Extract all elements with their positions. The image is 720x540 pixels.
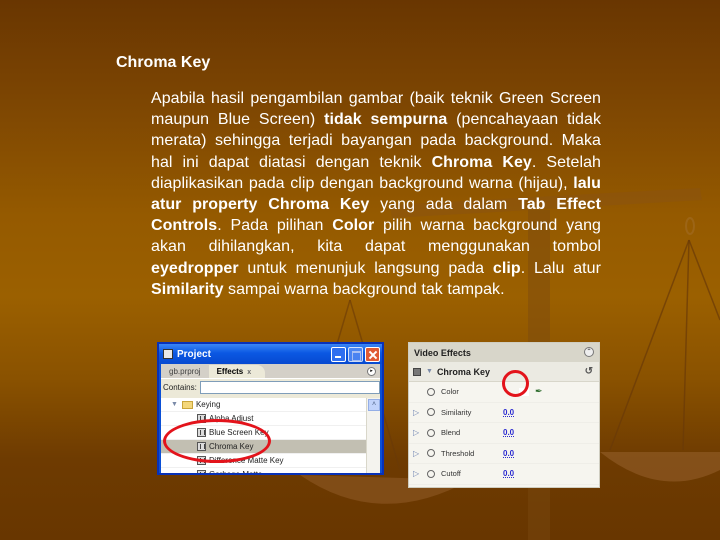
maximize-button[interactable] xyxy=(348,346,363,362)
effects-tree: ▼ Keying Alpha Adjust Blue Screen Key Chro… xyxy=(161,398,366,473)
tab-effects-label: Effects xyxy=(216,367,244,376)
video-effect-icon xyxy=(197,428,206,437)
tree-item-label: Chroma Key xyxy=(209,442,254,451)
scale-chain xyxy=(682,239,690,451)
video-effect-icon xyxy=(197,442,206,451)
tree-item-label: Blue Screen Key xyxy=(209,428,269,437)
scale-pan-right xyxy=(600,452,720,482)
tree-item[interactable]: Garbage Matte xyxy=(161,468,366,473)
emphasis-text: clip xyxy=(492,259,521,277)
contains-input[interactable] xyxy=(199,381,380,394)
body-text-run: sampai warna background tak tampak. xyxy=(223,280,505,298)
scroll-up-icon[interactable]: ˄ xyxy=(368,399,380,411)
effect-name: Chroma Key xyxy=(436,366,490,377)
stopwatch-icon[interactable] xyxy=(427,408,435,417)
panel-collapse-icon[interactable]: ⌃ xyxy=(584,347,594,357)
tab-effects[interactable]: Effects x xyxy=(208,365,266,378)
property-value[interactable]: 0.0 xyxy=(503,449,514,458)
property-row-threshold: ▷ Threshold 0.0 xyxy=(409,444,599,464)
property-label: Similarity xyxy=(441,407,472,417)
expand-triangle-icon[interactable]: ▷ xyxy=(409,428,419,437)
tab-close-icon[interactable]: x xyxy=(247,369,251,376)
emphasis-text: tidak sempurna xyxy=(324,111,448,129)
tree-item-label: Alpha Adjust xyxy=(209,414,254,423)
video-effect-icon xyxy=(197,414,206,423)
project-icon xyxy=(163,349,173,359)
tree-item[interactable]: Alpha Adjust xyxy=(161,412,366,426)
property-value[interactable]: 0.0 xyxy=(503,408,514,417)
folder-icon xyxy=(181,400,193,409)
effect-controls-panel: Video Effects ⌃ ▼ Chroma Key ↺ Color ✒ ▷ Si… xyxy=(408,342,600,488)
contains-label: Contains: xyxy=(163,383,197,392)
panel-menu-icon[interactable]: ▸ xyxy=(367,367,376,376)
property-row-color: Color ✒ xyxy=(409,382,599,403)
property-row-blend: ▷ Blend 0.0 xyxy=(409,423,599,444)
slide-title: Chroma Key xyxy=(116,54,211,71)
expand-triangle-icon[interactable]: ▼ xyxy=(426,368,433,375)
project-tabs: gb.prproj Effects x ▸ xyxy=(161,364,380,379)
property-value[interactable]: 0.0 xyxy=(503,428,514,437)
emphasis-text: eyedropper xyxy=(151,259,239,277)
scale-chain xyxy=(688,239,720,321)
expand-triangle-icon[interactable]: ▷ xyxy=(409,449,419,458)
stopwatch-icon[interactable] xyxy=(427,387,435,396)
close-button[interactable] xyxy=(365,346,380,362)
fx-toggle-icon[interactable] xyxy=(413,367,421,376)
eyedropper-icon[interactable]: ✒ xyxy=(535,386,543,397)
emphasis-text: Similarity xyxy=(151,280,224,298)
stopwatch-icon[interactable] xyxy=(427,428,435,437)
tree-item[interactable]: Difference Matte Key xyxy=(161,454,366,468)
property-label: Cutoff xyxy=(441,469,461,479)
expand-triangle-icon[interactable]: ▷ xyxy=(409,408,419,417)
property-label: Blend xyxy=(441,428,461,438)
video-effect-icon xyxy=(197,456,206,465)
tree-item-label: Difference Matte Key xyxy=(209,456,284,465)
scale-ring xyxy=(685,217,695,235)
tree-item[interactable]: Blue Screen Key xyxy=(161,426,366,440)
project-titlebar[interactable]: Project xyxy=(159,344,382,364)
color-swatch[interactable] xyxy=(519,387,529,396)
property-label: Threshold xyxy=(441,448,475,458)
body-text-run: untuk menunjuk langsung pada xyxy=(238,259,493,277)
reset-icon[interactable]: ↺ xyxy=(585,366,593,377)
emphasis-text: Chroma Key xyxy=(431,153,532,171)
tree-item-label: Garbage Matte xyxy=(209,470,262,473)
expand-triangle-icon[interactable]: ▼ xyxy=(171,401,178,408)
stopwatch-icon[interactable] xyxy=(427,449,435,458)
body-text-run: . Lalu atur xyxy=(520,259,601,277)
stopwatch-icon[interactable] xyxy=(427,469,435,478)
body-paragraph: Apabila hasil pengambilan gambar (baik t… xyxy=(151,88,601,300)
tree-item[interactable]: Chroma Key xyxy=(161,440,366,454)
expand-triangle-icon[interactable]: ▷ xyxy=(409,469,419,478)
contains-row: Contains: xyxy=(161,379,380,396)
scale-chain xyxy=(609,239,690,451)
project-body: gb.prproj Effects x ▸ Contains: ▼ Keying … xyxy=(161,364,380,473)
property-value[interactable]: 0.0 xyxy=(503,469,514,478)
effects-header: Video Effects ⌃ xyxy=(409,343,599,362)
minimize-button[interactable] xyxy=(331,346,346,362)
property-row-similarity: ▷ Similarity 0.0 xyxy=(409,403,599,423)
project-window: Project gb.prproj Effects x ▸ Contains: ▼… xyxy=(157,342,384,475)
body-text-run: yang ada dalam xyxy=(369,196,519,214)
video-effect-icon xyxy=(197,470,206,473)
folder-label: Keying xyxy=(195,400,221,409)
body-text-run: . Pada pilihan xyxy=(217,217,333,235)
tree-folder-keying[interactable]: ▼ Keying xyxy=(161,398,366,412)
property-row-cutoff: ▷ Cutoff 0.0 xyxy=(409,464,599,485)
emphasis-text: Color xyxy=(332,217,375,235)
tree-scrollbar[interactable]: ˄ xyxy=(366,398,380,473)
project-title: Project xyxy=(177,348,211,360)
property-label: Color xyxy=(441,387,459,397)
tab-project-file[interactable]: gb.prproj xyxy=(161,365,209,378)
effects-header-label: Video Effects xyxy=(414,347,471,358)
effect-row-chroma-key[interactable]: ▼ Chroma Key ↺ xyxy=(409,362,599,382)
property-row-smoothing: SmoothingNone▼ xyxy=(409,485,599,488)
